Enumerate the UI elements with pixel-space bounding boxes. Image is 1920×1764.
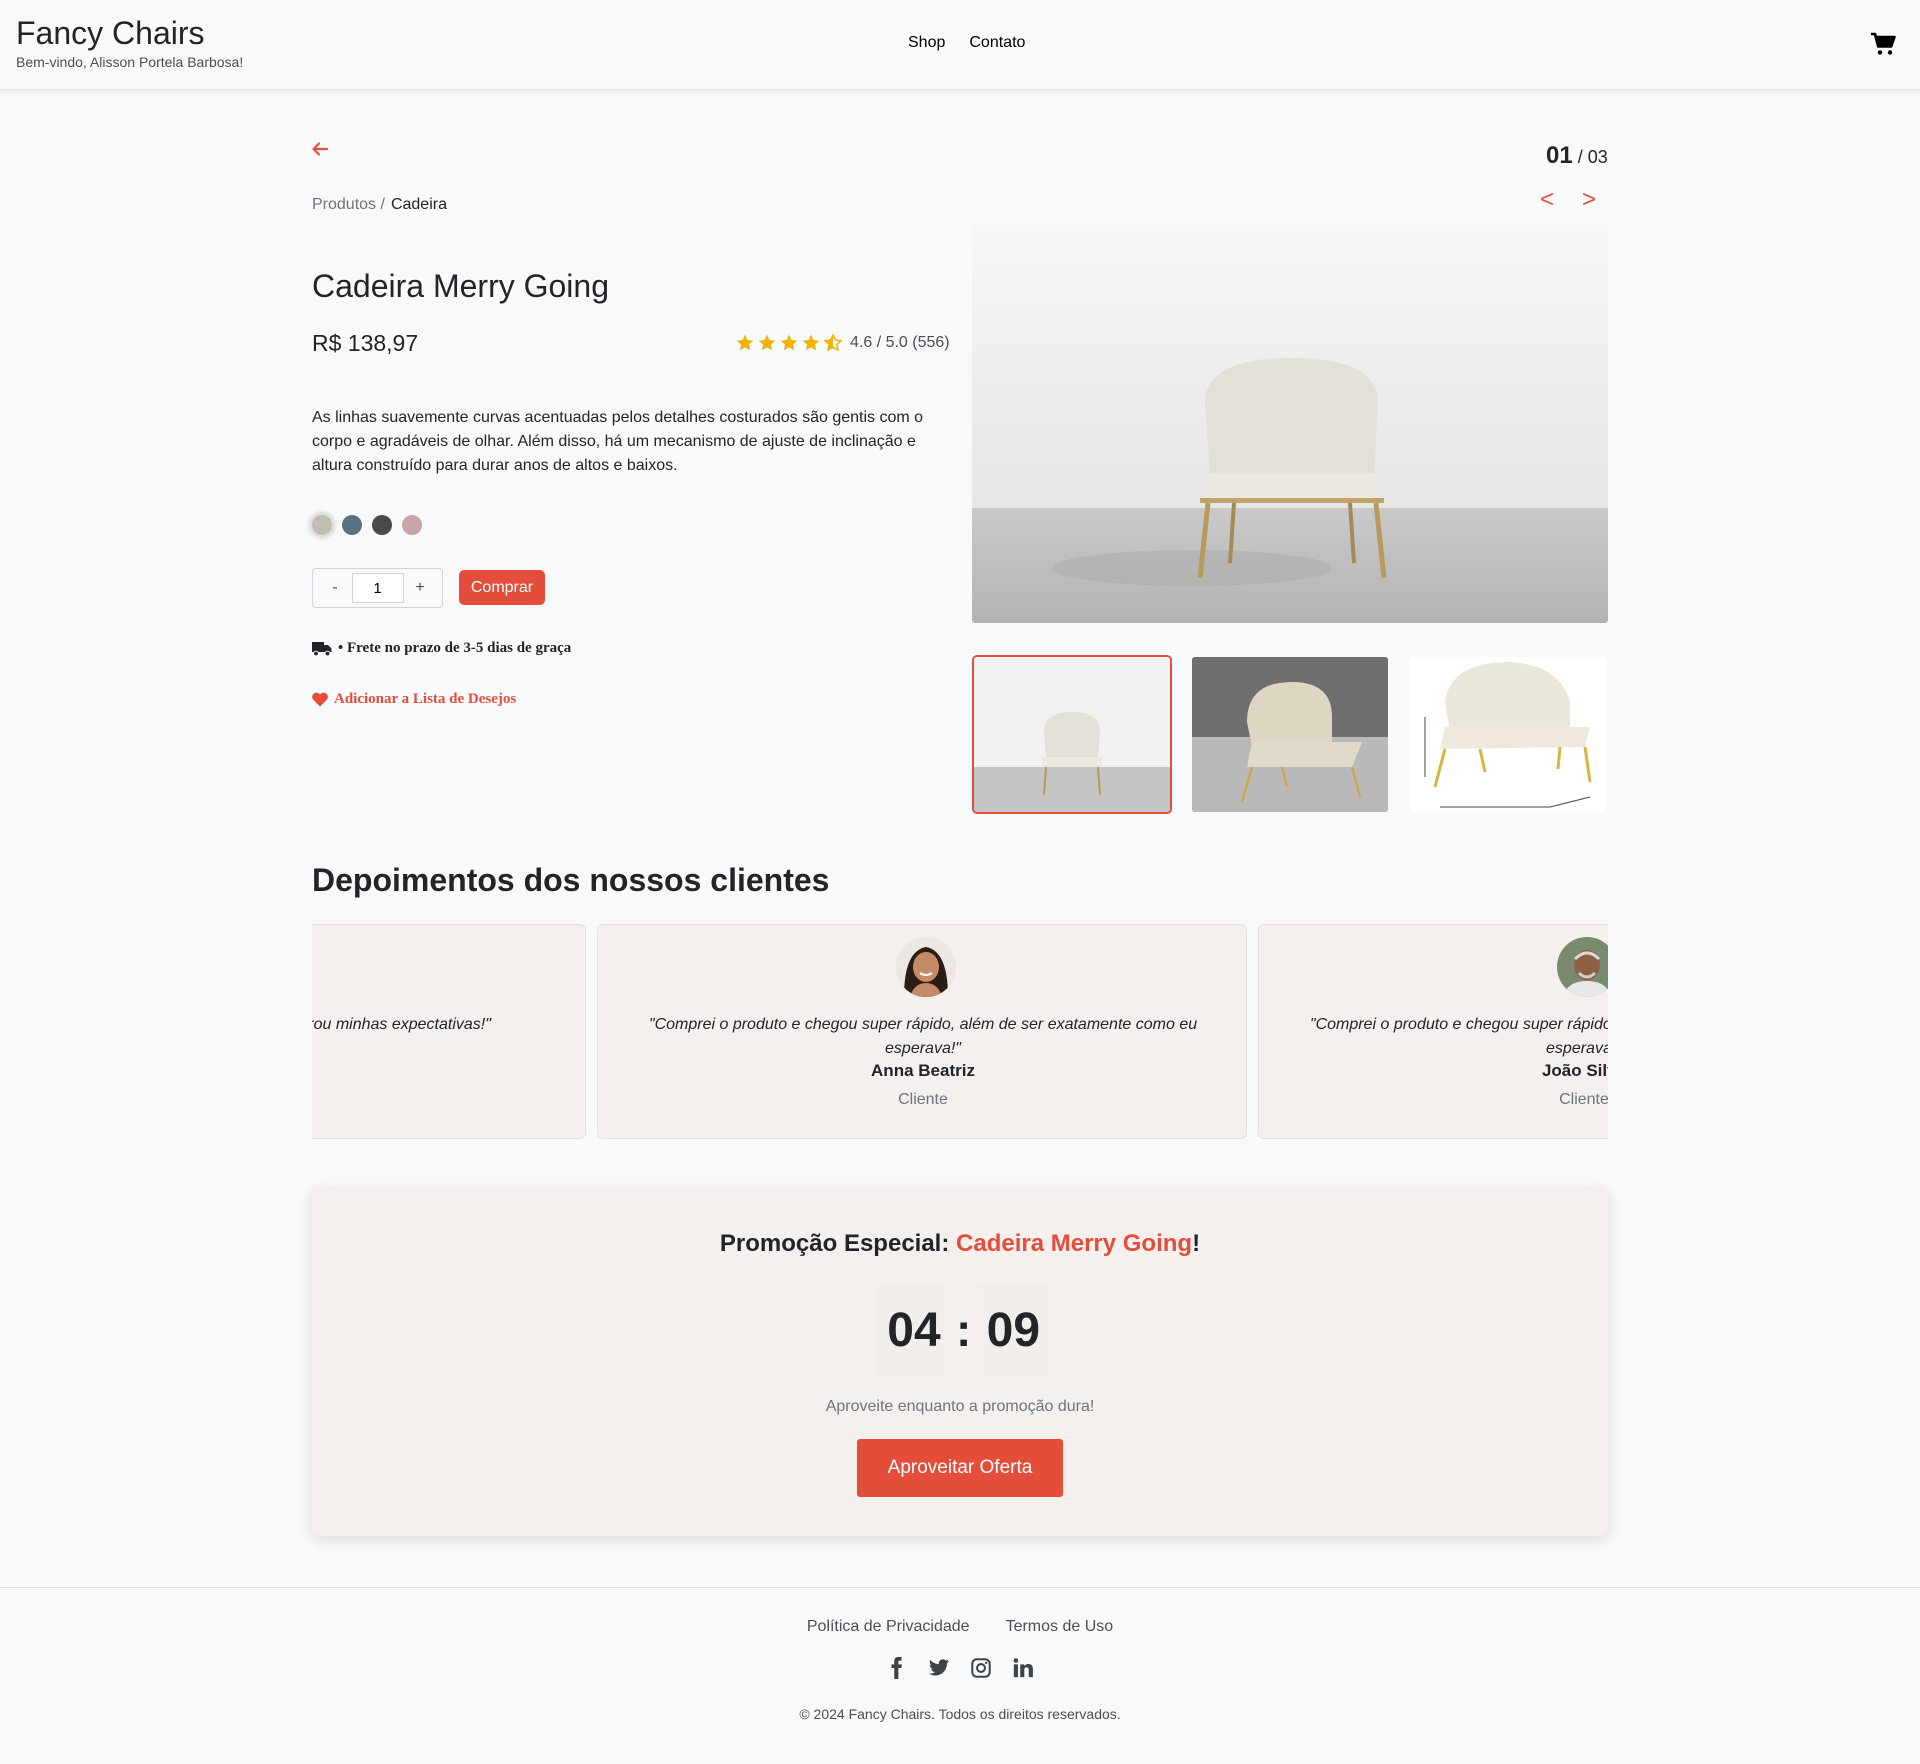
chair-photo: [972, 223, 1608, 623]
avatar-image: [896, 937, 956, 997]
main-nav: Shop Contato: [896, 34, 1037, 52]
star-full-icon: [737, 335, 753, 350]
testimonial-role: Cliente: [898, 1091, 948, 1108]
wishlist-link[interactable]: Adicionar a Lista de Desejos: [312, 691, 516, 708]
gallery-counter: 01 / 03: [1546, 142, 1608, 170]
footer-links: Política de Privacidade Termos de Uso: [0, 1618, 1920, 1636]
promo-title: Promoção Especial: Cadeira Merry Going!: [312, 1230, 1608, 1258]
thumbnail-1[interactable]: [972, 655, 1172, 814]
top-navbar: Fancy Chairs Bem-vindo, Alisson Portela …: [0, 0, 1920, 90]
back-arrow-icon[interactable]: [310, 139, 330, 159]
timer-minutes: 04: [878, 1284, 950, 1376]
gallery-total: / 03: [1577, 147, 1608, 167]
gallery-arrows: < >: [1540, 186, 1596, 214]
thumbnail-image: [1192, 657, 1388, 812]
truck-icon: [312, 641, 332, 656]
rating-text: 4.6 / 5.0 (556): [850, 334, 950, 351]
star-full-icon: [759, 335, 775, 350]
breadcrumb-parent[interactable]: Produtos /: [312, 196, 385, 214]
welcome-message: Bem-vindo, Alisson Portela Barbosa!: [16, 54, 244, 70]
countdown-timer: 04 : 09: [878, 1284, 1050, 1376]
quantity-input[interactable]: [351, 573, 404, 603]
avatar: [896, 937, 956, 997]
thumbnail-image: [974, 657, 1170, 812]
facebook-icon[interactable]: [886, 1656, 908, 1680]
cart-icon[interactable]: [1870, 32, 1896, 56]
star-half-icon: [824, 334, 842, 352]
gallery-thumbnails: [972, 655, 1608, 814]
breadcrumb-current: Cadeira: [390, 196, 447, 213]
product-main-image: [972, 223, 1608, 623]
testimonial-card: "Comprei o produto e chegou super rápido…: [597, 924, 1247, 1139]
twitter-icon[interactable]: [928, 1656, 950, 1680]
breadcrumb: Produtos / Cadeira: [312, 196, 447, 214]
testimonial-name: Anna Beatriz: [871, 1061, 975, 1080]
wishlist-text: Adicionar a Lista de Desejos: [334, 691, 517, 707]
gallery-current-index: 01: [1546, 142, 1573, 169]
shipping-info: • Frete no prazo de 3-5 dias de graça: [312, 640, 571, 657]
color-swatches: [312, 515, 422, 535]
avatar: [1557, 937, 1608, 997]
rating-stars: [736, 334, 842, 352]
avatar-image: [1557, 937, 1608, 997]
shipping-text: • Frete no prazo de 3-5 dias de graça: [338, 640, 572, 656]
promo-banner: Promoção Especial: Cadeira Merry Going! …: [312, 1188, 1608, 1536]
promo-cta-button[interactable]: Aproveitar Oferta: [857, 1439, 1063, 1497]
testimonials-title: Depoimentos dos nossos clientes: [312, 862, 830, 898]
nav-link-contato[interactable]: Contato: [957, 34, 1037, 52]
brand-logo[interactable]: Fancy Chairs: [16, 14, 205, 52]
instagram-icon[interactable]: [970, 1656, 992, 1680]
thumbnail-image: [1410, 657, 1606, 812]
thumbnail-2[interactable]: [1190, 655, 1390, 814]
color-swatch[interactable]: [312, 515, 332, 535]
gallery-prev-button[interactable]: <: [1540, 186, 1554, 214]
heart-icon: [312, 692, 328, 707]
testimonials-carousel: "Atendimento incrível e o produto supero…: [312, 924, 1608, 1140]
testimonial-quote: "Comprei o produto e chegou super rápido…: [1309, 1016, 1608, 1057]
color-swatch[interactable]: [372, 515, 392, 535]
product-description: As linhas suavemente curvas acentuadas p…: [312, 409, 924, 474]
thumbnail-3[interactable]: [1408, 655, 1608, 814]
promo-product-name: Cadeira Merry Going: [956, 1230, 1193, 1257]
nav-link-shop[interactable]: Shop: [896, 34, 957, 52]
testimonial-quote: "Atendimento incrível e o produto supero…: [312, 1016, 491, 1033]
testimonial-card: "Comprei o produto e chegou super rápido…: [1258, 924, 1608, 1139]
footer: Política de Privacidade Termos de Uso © …: [0, 1587, 1920, 1764]
promo-title-suffix: !: [1192, 1230, 1201, 1257]
quantity-stepper: - +: [312, 568, 443, 608]
linkedin-icon[interactable]: [1012, 1656, 1034, 1680]
promo-title-prefix: Promoção Especial:: [719, 1230, 957, 1257]
timer-separator: :: [956, 1304, 972, 1356]
product-rating: 4.6 / 5.0 (556): [736, 334, 950, 352]
promo-subtitle: Aproveite enquanto a promoção dura!: [825, 1398, 1095, 1415]
gallery-next-button[interactable]: >: [1582, 186, 1596, 214]
star-full-icon: [781, 335, 797, 350]
testimonial-quote: "Comprei o produto e chegou super rápido…: [648, 1016, 1198, 1057]
quantity-increment-button[interactable]: +: [410, 579, 430, 597]
product-title: Cadeira Merry Going: [312, 268, 609, 304]
terms-of-use-link[interactable]: Termos de Uso: [1006, 1618, 1114, 1636]
testimonial-card: "Atendimento incrível e o produto supero…: [312, 924, 586, 1139]
testimonial-role: Cliente: [1559, 1091, 1608, 1108]
quantity-decrement-button[interactable]: -: [325, 579, 345, 597]
color-swatch[interactable]: [402, 515, 422, 535]
social-links: [0, 1656, 1920, 1680]
copyright: © 2024 Fancy Chairs. Todos os direitos r…: [799, 1706, 1121, 1722]
privacy-policy-link[interactable]: Política de Privacidade: [807, 1618, 970, 1636]
product-price: R$ 138,97: [312, 330, 419, 356]
testimonial-name: João Silva: [1541, 1061, 1608, 1080]
color-swatch[interactable]: [342, 515, 362, 535]
buy-button[interactable]: Comprar: [459, 570, 545, 605]
timer-seconds: 09: [977, 1284, 1050, 1376]
star-full-icon: [803, 335, 819, 350]
